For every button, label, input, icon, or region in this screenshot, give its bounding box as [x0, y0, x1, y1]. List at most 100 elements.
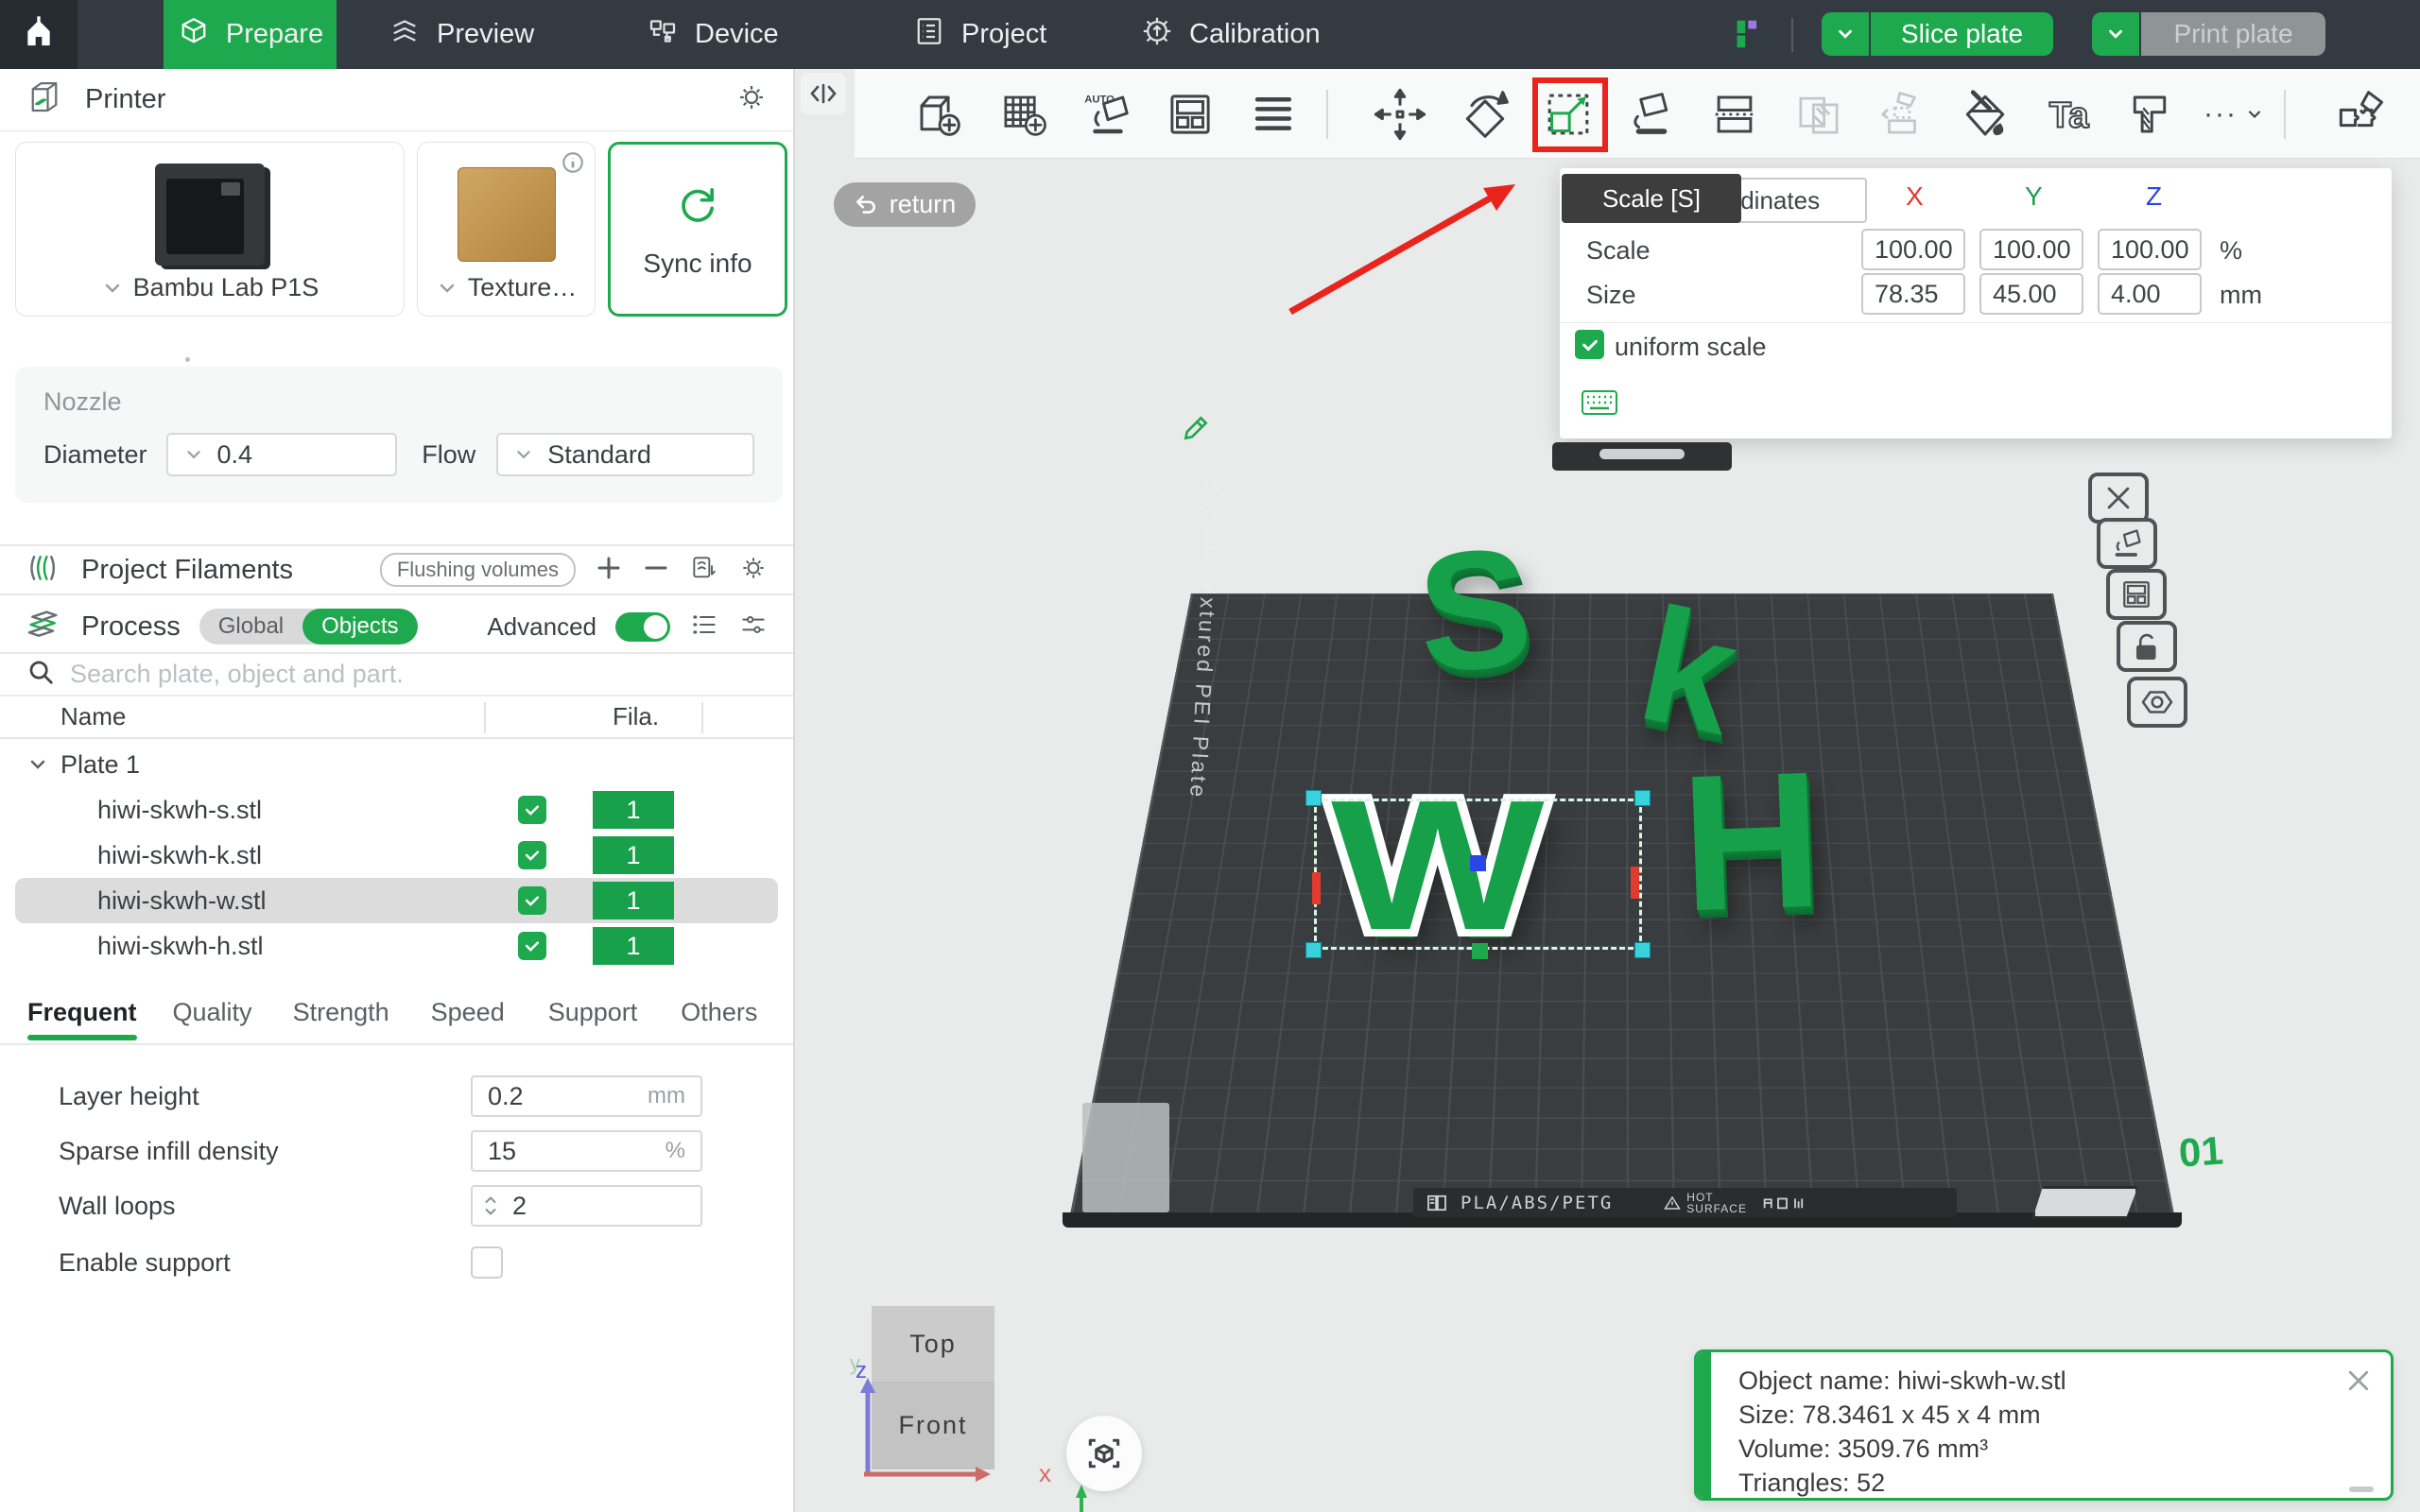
view-list-icon[interactable] [689, 610, 719, 644]
tab-calibration[interactable]: Calibration [1140, 0, 1321, 69]
search-input[interactable] [70, 660, 767, 689]
scale-handle-corner[interactable] [1634, 790, 1651, 806]
add-plate-button[interactable] [990, 80, 1058, 148]
filament-badge[interactable]: 1 [593, 836, 674, 874]
filament-badge[interactable]: 1 [593, 882, 674, 919]
info-panel-resize-dash[interactable] [2349, 1486, 2374, 1492]
tab-strength[interactable]: Strength [293, 998, 389, 1040]
rotate-tool-button[interactable] [1451, 80, 1519, 148]
scale-tool-button[interactable] [1534, 80, 1602, 148]
size-y-input[interactable]: 45.00 [1979, 273, 2083, 315]
lay-on-face-button[interactable] [1617, 80, 1685, 148]
keyboard-icon[interactable] [1581, 387, 1618, 422]
filament-badge[interactable]: 1 [593, 927, 674, 965]
filament-badge[interactable]: 1 [593, 791, 674, 829]
stepper-arrows[interactable] [482, 1194, 499, 1218]
flushing-volumes-button[interactable]: Flushing volumes [380, 553, 576, 587]
layer-height-input[interactable]: 0.2 mm [471, 1075, 702, 1117]
print-plate-button[interactable]: Print plate [2141, 12, 2325, 56]
add-object-button[interactable] [905, 80, 973, 148]
tune-sliders-icon[interactable] [738, 610, 769, 644]
scale-handle-corner[interactable] [1305, 942, 1322, 958]
scope-objects[interactable]: Objects [302, 609, 417, 644]
scale-z-input[interactable]: 100.00 [2098, 229, 2202, 270]
uniform-scale-checkbox[interactable] [1575, 330, 1604, 359]
model-letter-s[interactable]: S [1412, 509, 1538, 711]
printer-card[interactable]: Bambu Lab P1S [15, 142, 405, 317]
plate-settings-button[interactable] [2127, 677, 2187, 728]
split-to-parts-button[interactable] [1868, 80, 1936, 148]
mesh-boolean-button[interactable] [1785, 80, 1853, 148]
more-tools-button[interactable]: ··· [2200, 80, 2268, 148]
printer-settings-gear-icon[interactable] [735, 80, 769, 119]
view-cube-button[interactable] [1066, 1416, 1142, 1491]
home-button[interactable] [0, 0, 78, 69]
add-filament-icon[interactable] [595, 554, 623, 587]
size-x-input[interactable]: 78.35 [1861, 273, 1965, 315]
cut-tool-button[interactable] [1701, 80, 1769, 148]
auto-orient-plate-button[interactable] [2097, 518, 2157, 569]
move-tool-button[interactable] [1366, 80, 1434, 148]
collapse-sidebar-button[interactable] [801, 73, 846, 114]
slice-plate-button[interactable]: Slice plate [1871, 12, 2053, 56]
text-tool-button[interactable]: Ta [2034, 80, 2102, 148]
scale-y-input[interactable]: 100.00 [1979, 229, 2083, 270]
model-letter-w-selected[interactable]: W W [1314, 799, 1642, 950]
tab-device[interactable]: Device [646, 0, 779, 69]
nozzle-diameter-select[interactable]: 0.4 [166, 433, 398, 476]
list-item-object-selected[interactable]: hiwi-skwh-w.stl 1 [15, 878, 778, 923]
color-paint-button[interactable] [1951, 80, 2019, 148]
tab-preview[interactable]: Preview [388, 0, 534, 69]
scale-handle-y[interactable] [1472, 943, 1488, 959]
scale-handle-corner[interactable] [1305, 790, 1322, 806]
scale-handle-corner[interactable] [1634, 942, 1651, 958]
advanced-toggle[interactable] [615, 612, 670, 642]
remove-filament-icon[interactable] [642, 554, 670, 587]
tab-quality[interactable]: Quality [173, 998, 252, 1040]
plate-indicator-icon[interactable] [1728, 16, 1764, 57]
object-visible-checkbox[interactable] [518, 796, 546, 824]
enable-support-checkbox[interactable] [471, 1246, 503, 1279]
object-visible-checkbox[interactable] [518, 932, 546, 960]
scale-handle-x-left[interactable] [1312, 872, 1321, 904]
info-icon[interactable] [561, 150, 585, 180]
sparse-infill-input[interactable]: 15 % [471, 1130, 702, 1172]
list-item-object[interactable]: hiwi-skwh-s.stl 1 [0, 787, 793, 833]
list-item-object[interactable]: hiwi-skwh-h.stl 1 [0, 923, 793, 969]
edit-plate-name-pencil-icon[interactable] [1181, 413, 1211, 448]
object-visible-checkbox[interactable] [518, 841, 546, 869]
arrange-plate-button[interactable] [2106, 569, 2167, 620]
plate-type-card[interactable]: Texture… [417, 142, 596, 317]
scale-handle-x-right[interactable] [1631, 867, 1639, 899]
slice-plate-dropdown[interactable] [1822, 12, 1869, 56]
delete-plate-button[interactable] [2088, 472, 2149, 524]
tab-frequent[interactable]: Frequent [27, 998, 137, 1040]
arrange-button[interactable] [1156, 80, 1224, 148]
scope-global[interactable]: Global [199, 609, 302, 644]
tab-others[interactable]: Others [681, 998, 757, 1040]
wall-loops-stepper[interactable]: 2 [471, 1185, 702, 1227]
object-visible-checkbox[interactable] [518, 886, 546, 915]
process-scope-toggle[interactable]: Global Objects [199, 609, 418, 644]
scale-handle-z[interactable] [1470, 855, 1486, 871]
close-icon[interactable] [2340, 1362, 2377, 1400]
filament-sync-icon[interactable] [689, 553, 719, 588]
assembly-view-button[interactable] [2325, 80, 2393, 148]
scale-x-input[interactable]: 100.00 [1861, 229, 1965, 270]
print-plate-dropdown[interactable] [2092, 12, 2139, 56]
list-item-plate[interactable]: Plate 1 [0, 742, 793, 787]
size-z-input[interactable]: 4.00 [2098, 273, 2202, 315]
tab-support[interactable]: Support [548, 998, 638, 1040]
tab-project[interactable]: Project [912, 0, 1046, 69]
model-letter-h[interactable]: H [1678, 728, 1825, 955]
list-item-object[interactable]: hiwi-skwh-k.stl 1 [0, 833, 793, 878]
return-button[interactable]: return [834, 182, 976, 227]
filament-settings-gear-icon[interactable] [738, 553, 769, 588]
split-to-objects-button[interactable] [1239, 80, 1307, 148]
lock-plate-button[interactable] [2117, 621, 2177, 672]
emboss-svg-button[interactable] [2116, 80, 2184, 148]
flow-select[interactable]: Standard [496, 433, 754, 476]
tab-prepare[interactable]: Prepare [164, 0, 337, 69]
sync-info-button[interactable]: Sync info [608, 142, 787, 317]
tab-speed[interactable]: Speed [431, 998, 505, 1040]
